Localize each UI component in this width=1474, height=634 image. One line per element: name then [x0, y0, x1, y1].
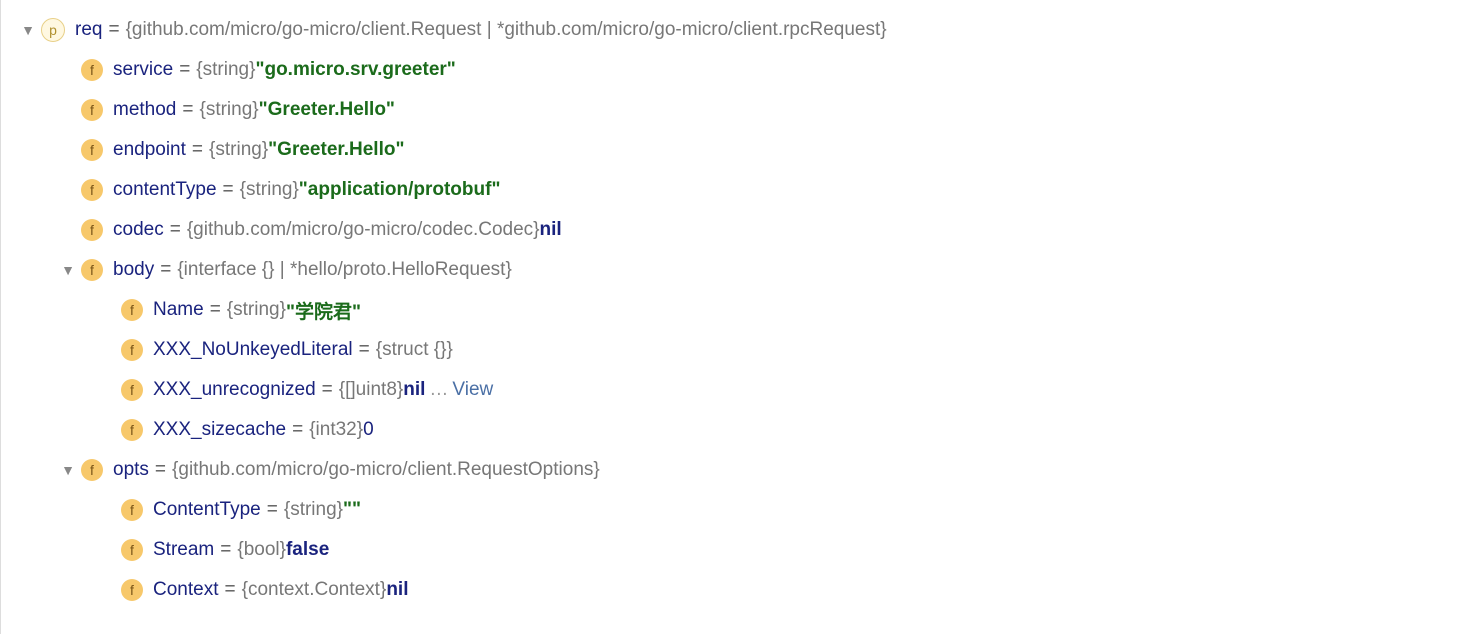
variable-value: nil: [386, 579, 408, 601]
field-badge-icon: f: [81, 99, 103, 121]
variable-value: "": [343, 499, 361, 521]
variable-value: nil: [540, 219, 562, 241]
variable-value: "application/protobuf": [299, 179, 501, 201]
variable-name: endpoint: [113, 139, 186, 161]
variable-value: "学院君": [286, 297, 361, 324]
equals-sign: =: [179, 59, 190, 81]
variable-name: method: [113, 99, 176, 121]
equals-sign: =: [359, 339, 370, 361]
type-info: {string}: [209, 139, 268, 161]
equals-sign: =: [182, 99, 193, 121]
variable-name: codec: [113, 219, 164, 241]
type-info: {github.com/micro/go-micro/client.Reques…: [172, 459, 600, 481]
variable-value: nil: [403, 379, 425, 401]
equals-sign: =: [210, 299, 221, 321]
expand-arrow-icon[interactable]: ▼: [21, 22, 35, 38]
field-badge-icon: f: [121, 539, 143, 561]
type-info: {github.com/micro/go-micro/client.Reques…: [126, 19, 887, 41]
type-info: {string}: [284, 499, 343, 521]
equals-sign: =: [322, 379, 333, 401]
tree-row[interactable]: f endpoint = {string} "Greeter.Hello": [21, 130, 1454, 170]
tree-row[interactable]: f Name = {string} "学院君": [21, 290, 1454, 330]
field-badge-icon: f: [81, 459, 103, 481]
tree-row[interactable]: f Stream = {bool} false: [21, 530, 1454, 570]
equals-sign: =: [108, 19, 119, 41]
debugger-variables-tree: ▼ preq = {github.com/micro/go-micro/client.…: [21, 10, 1454, 610]
variable-name: service: [113, 59, 173, 81]
field-badge-icon: f: [121, 299, 143, 321]
variable-value: "go.micro.srv.greeter": [255, 59, 455, 81]
variable-value: "Greeter.Hello": [259, 99, 395, 121]
variable-name: Context: [153, 579, 218, 601]
expand-arrow-icon[interactable]: ▼: [61, 462, 75, 478]
equals-sign: =: [160, 259, 171, 281]
field-badge-icon: f: [81, 259, 103, 281]
equals-sign: =: [292, 419, 303, 441]
variable-name: XXX_unrecognized: [153, 379, 316, 401]
variable-value: 0: [363, 419, 374, 441]
type-info: {[]uint8}: [339, 379, 403, 401]
equals-sign: =: [155, 459, 166, 481]
tree-row[interactable]: f contentType = {string} "application/proto…: [21, 170, 1454, 210]
tree-row[interactable]: ▼ fopts = {github.com/micro/go-micro/client…: [21, 450, 1454, 490]
variable-name: ContentType: [153, 499, 261, 521]
variable-name: body: [113, 259, 154, 281]
equals-sign: =: [224, 579, 235, 601]
variable-name: Name: [153, 299, 204, 321]
tree-row[interactable]: f XXX_unrecognized = {[]uint8} nil…View: [21, 370, 1454, 410]
expand-arrow-icon[interactable]: ▼: [61, 262, 75, 278]
type-info: {string}: [196, 59, 255, 81]
tree-row[interactable]: f ContentType = {string} "": [21, 490, 1454, 530]
variable-name: Stream: [153, 539, 214, 561]
equals-sign: =: [223, 179, 234, 201]
tree-row[interactable]: ▼ fbody = {interface {} | *hello/proto.Hell…: [21, 250, 1454, 290]
field-badge-icon: f: [81, 179, 103, 201]
type-info: {context.Context}: [242, 579, 387, 601]
field-badge-icon: f: [121, 379, 143, 401]
type-info: {interface {} | *hello/proto.HelloReques…: [177, 259, 512, 281]
type-info: {github.com/micro/go-micro/codec.Codec}: [187, 219, 540, 241]
variable-name: XXX_NoUnkeyedLiteral: [153, 339, 353, 361]
type-info: {string}: [240, 179, 299, 201]
variable-name: XXX_sizecache: [153, 419, 286, 441]
tree-row[interactable]: f service = {string} "go.micro.srv.greeter": [21, 50, 1454, 90]
field-badge-icon: f: [121, 339, 143, 361]
tree-row[interactable]: ▼ preq = {github.com/micro/go-micro/client.…: [21, 10, 1454, 50]
variable-name: opts: [113, 459, 149, 481]
field-badge-icon: f: [81, 59, 103, 81]
type-info: {string}: [227, 299, 286, 321]
variable-value: false: [286, 539, 329, 561]
tree-row[interactable]: f XXX_sizecache = {int32} 0: [21, 410, 1454, 450]
ellipsis-icon: …: [429, 379, 448, 401]
tree-row[interactable]: f Context = {context.Context} nil: [21, 570, 1454, 610]
view-link[interactable]: View: [452, 379, 493, 401]
field-badge-icon: f: [81, 219, 103, 241]
variable-name: req: [75, 19, 102, 41]
field-badge-icon: f: [121, 419, 143, 441]
equals-sign: =: [192, 139, 203, 161]
variable-value: "Greeter.Hello": [268, 139, 404, 161]
field-badge-icon: f: [121, 579, 143, 601]
tree-row[interactable]: fmethod = {string} "Greeter.Hello": [21, 90, 1454, 130]
type-info: {struct {}}: [376, 339, 453, 361]
equals-sign: =: [267, 499, 278, 521]
equals-sign: =: [220, 539, 231, 561]
tree-row[interactable]: fcodec = {github.com/micro/go-micro/codec.…: [21, 210, 1454, 250]
field-badge-icon: f: [121, 499, 143, 521]
field-badge-icon: f: [81, 139, 103, 161]
parameter-badge-icon: p: [41, 18, 65, 42]
tree-row[interactable]: f XXX_NoUnkeyedLiteral = {struct {}}: [21, 330, 1454, 370]
type-info: {string}: [199, 99, 258, 121]
equals-sign: =: [170, 219, 181, 241]
type-info: {int32}: [309, 419, 363, 441]
type-info: {bool}: [237, 539, 286, 561]
variable-name: contentType: [113, 179, 217, 201]
